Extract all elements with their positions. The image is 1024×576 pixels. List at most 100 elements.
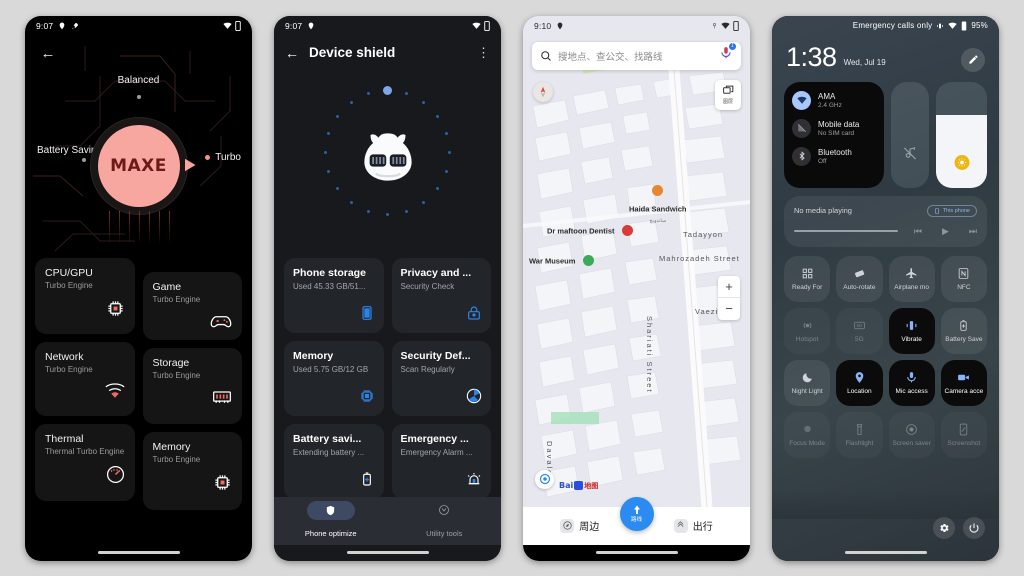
prev-icon[interactable]: ⏮	[914, 226, 922, 237]
my-location-button[interactable]	[535, 469, 554, 489]
performance-dial[interactable]: Balanced Battery Saving Turbo MAXE	[25, 71, 252, 245]
card-title: Emergency ...	[400, 432, 469, 445]
map-compass[interactable]	[533, 81, 553, 102]
card-memory[interactable]: Memory Used 5.75 GB/12 GB	[284, 340, 384, 416]
map-layers-button[interactable]: 图层	[715, 79, 741, 110]
voice-search-button[interactable]: 1	[719, 43, 736, 65]
poi-haida-sandwich[interactable]: Haida Sandwich ساندویچ	[629, 182, 687, 224]
nav-route-button[interactable]: 路线	[619, 496, 654, 531]
dial-label-turbo[interactable]: Turbo	[205, 152, 241, 163]
attribution-cn: 地图	[584, 482, 599, 490]
tile-night-light[interactable]: Night Light	[784, 359, 831, 406]
back-button[interactable]: ←	[37, 43, 59, 65]
tools-badge-icon	[388, 501, 502, 520]
card-privacy[interactable]: Privacy and ... Security Check	[391, 257, 491, 333]
nav-nearby[interactable]: 周边	[560, 518, 599, 533]
airplane-icon	[906, 267, 917, 278]
card-network[interactable]: Network Turbo Engine	[35, 341, 135, 416]
settings-button[interactable]	[933, 516, 955, 539]
tile-auto-rotate[interactable]: Auto-rotate	[836, 255, 883, 302]
tile-focus-mode[interactable]: Focus Mode	[784, 412, 830, 458]
map-zoom-controls[interactable]: + −	[718, 275, 740, 320]
map-search-bar[interactable]: 搜地点、查公交、找路线 1	[532, 41, 741, 70]
media-output-chip[interactable]: This phone	[926, 204, 977, 217]
tile-location[interactable]: Location	[836, 359, 883, 406]
robot-mascot-icon	[363, 132, 412, 181]
card-emergency[interactable]: Emergency ... Emergency Alarm ...	[391, 423, 491, 499]
tile-flashlight[interactable]: Flashlight	[836, 412, 882, 458]
app-bar-2: ← Device shield ⋮	[274, 36, 501, 70]
back-button[interactable]: ←	[285, 45, 299, 61]
home-indicator	[346, 550, 429, 554]
tile-airplane-mode[interactable]: Airplane mo	[888, 255, 935, 302]
card-battery-saving[interactable]: Battery savi... Extending battery ...	[284, 423, 384, 499]
nav-phone-optimize[interactable]: Phone optimize	[274, 500, 388, 541]
internet-row-wifi[interactable]: AMA 2.4 GHz	[792, 90, 876, 110]
scan-dot	[436, 187, 440, 191]
power-button[interactable]	[963, 516, 985, 539]
dial-knob[interactable]	[184, 158, 196, 172]
clock-date: Wed, Jul 19	[843, 57, 886, 67]
media-progress-bar[interactable]	[794, 230, 898, 232]
internet-card[interactable]: AMA 2.4 GHz Mobile data No SIM card Blue…	[784, 81, 884, 188]
play-icon[interactable]: ▶	[942, 226, 949, 237]
next-icon[interactable]: ⏭	[969, 226, 977, 237]
tile-label: Focus Mode	[789, 439, 826, 447]
tile-vibrate[interactable]: Vibrate	[888, 307, 935, 354]
battery-plus-icon	[359, 471, 375, 492]
tile-label: Night Light	[791, 387, 823, 395]
feature-card-grid-1: CPU/GPU Turbo Engine Network Turbo Engin…	[35, 257, 242, 518]
grid-squares-icon	[802, 268, 812, 278]
tile-5g[interactable]: 5G 5G	[836, 308, 882, 354]
poi-name: Dr maftoon Dentist	[547, 225, 615, 235]
thermometer-gauge-icon	[45, 465, 125, 484]
status-time: 9:07	[285, 20, 303, 31]
card-title: CPU/GPU	[45, 266, 93, 279]
nav-utility-tools[interactable]: Utility tools	[388, 501, 502, 541]
tile-nfc[interactable]: NFC	[940, 255, 987, 302]
tile-label: Mic access	[895, 387, 928, 395]
poi-pin	[652, 184, 664, 196]
card-thermal[interactable]: Thermal Thermal Turbo Engine	[35, 423, 135, 501]
internet-row-mobile-data[interactable]: Mobile data No SIM card	[792, 118, 876, 138]
screenshot-icon	[960, 423, 968, 435]
card-phone-storage[interactable]: Phone storage Used 45.33 GB/51...	[284, 257, 384, 333]
card-title: Privacy and ...	[400, 266, 472, 279]
tile-screenshot[interactable]: Screenshot	[941, 412, 987, 458]
internet-row-bluetooth[interactable]: Bluetooth Off	[792, 146, 876, 166]
dial-turbo-text: Turbo	[215, 151, 241, 163]
card-subtitle: Scan Regularly	[400, 364, 455, 374]
tile-battery-save[interactable]: Battery Save	[940, 307, 987, 354]
street-label-shariati: Shariati Street	[645, 315, 654, 394]
card-memory[interactable]: Memory Turbo Engine	[142, 431, 242, 510]
brightness-slider[interactable]	[936, 81, 987, 188]
card-cpu-gpu[interactable]: CPU/GPU Turbo Engine	[35, 257, 135, 334]
nav-travel[interactable]: 出行	[673, 518, 713, 533]
tile-mic-access[interactable]: Mic access	[888, 359, 935, 406]
svg-text:5G: 5G	[856, 323, 862, 328]
tile-camera-access[interactable]: Camera acce	[940, 359, 987, 406]
moon-icon	[802, 372, 812, 382]
scan-dot	[405, 92, 409, 96]
edit-tiles-button[interactable]	[961, 47, 985, 72]
radar-scan-icon	[466, 388, 482, 409]
zoom-out-button[interactable]: −	[718, 298, 740, 320]
tile-hotspot[interactable]: Hotspot	[784, 308, 830, 354]
overflow-menu-icon[interactable]: ⋮	[477, 45, 490, 61]
tile-ready-for[interactable]: Ready For	[784, 255, 831, 302]
dial-label-balanced[interactable]: Balanced	[25, 75, 252, 86]
card-game[interactable]: Game Turbo Engine	[142, 271, 242, 340]
wifi-icon	[472, 21, 481, 30]
card-security-defense[interactable]: Security Def... Scan Regularly	[391, 340, 491, 416]
tile-screen-saver[interactable]: Screen saver	[889, 412, 935, 458]
volume-slider[interactable]	[891, 81, 929, 188]
card-subtitle: Turbo Engine	[45, 280, 93, 290]
media-player-card[interactable]: No media playing This phone ⏮ ▶ ⏭	[784, 195, 987, 247]
search-input[interactable]: 搜地点、查公交、找路线	[558, 49, 713, 63]
tile-label: Screenshot	[947, 439, 981, 447]
poi-dr-maftoon-dentist[interactable]: Dr maftoon Dentist	[547, 222, 633, 240]
poi-war-museum[interactable]: War Museum	[529, 252, 594, 270]
dial-core[interactable]: MAXE	[97, 124, 180, 207]
card-storage[interactable]: Storage Turbo Engine	[142, 347, 242, 424]
zoom-in-button[interactable]: +	[718, 276, 740, 298]
